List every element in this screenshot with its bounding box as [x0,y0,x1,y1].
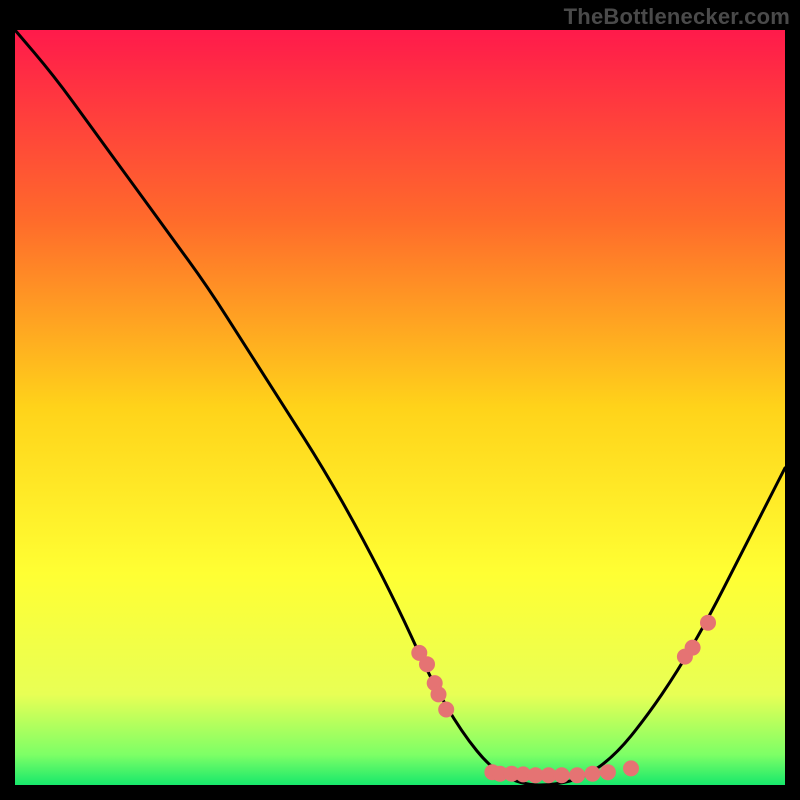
data-point [585,766,601,782]
gradient-background [15,30,785,785]
watermark-text: TheBottlenecker.com [564,4,790,30]
data-point [685,640,701,656]
bottleneck-chart [15,30,785,785]
chart-container: TheBottlenecker.com [0,0,800,800]
data-point [554,767,570,783]
data-point [700,615,716,631]
data-point [419,656,435,672]
data-point [438,702,454,718]
data-point [623,760,639,776]
data-point [569,767,585,783]
data-point [431,686,447,702]
data-point [600,764,616,780]
